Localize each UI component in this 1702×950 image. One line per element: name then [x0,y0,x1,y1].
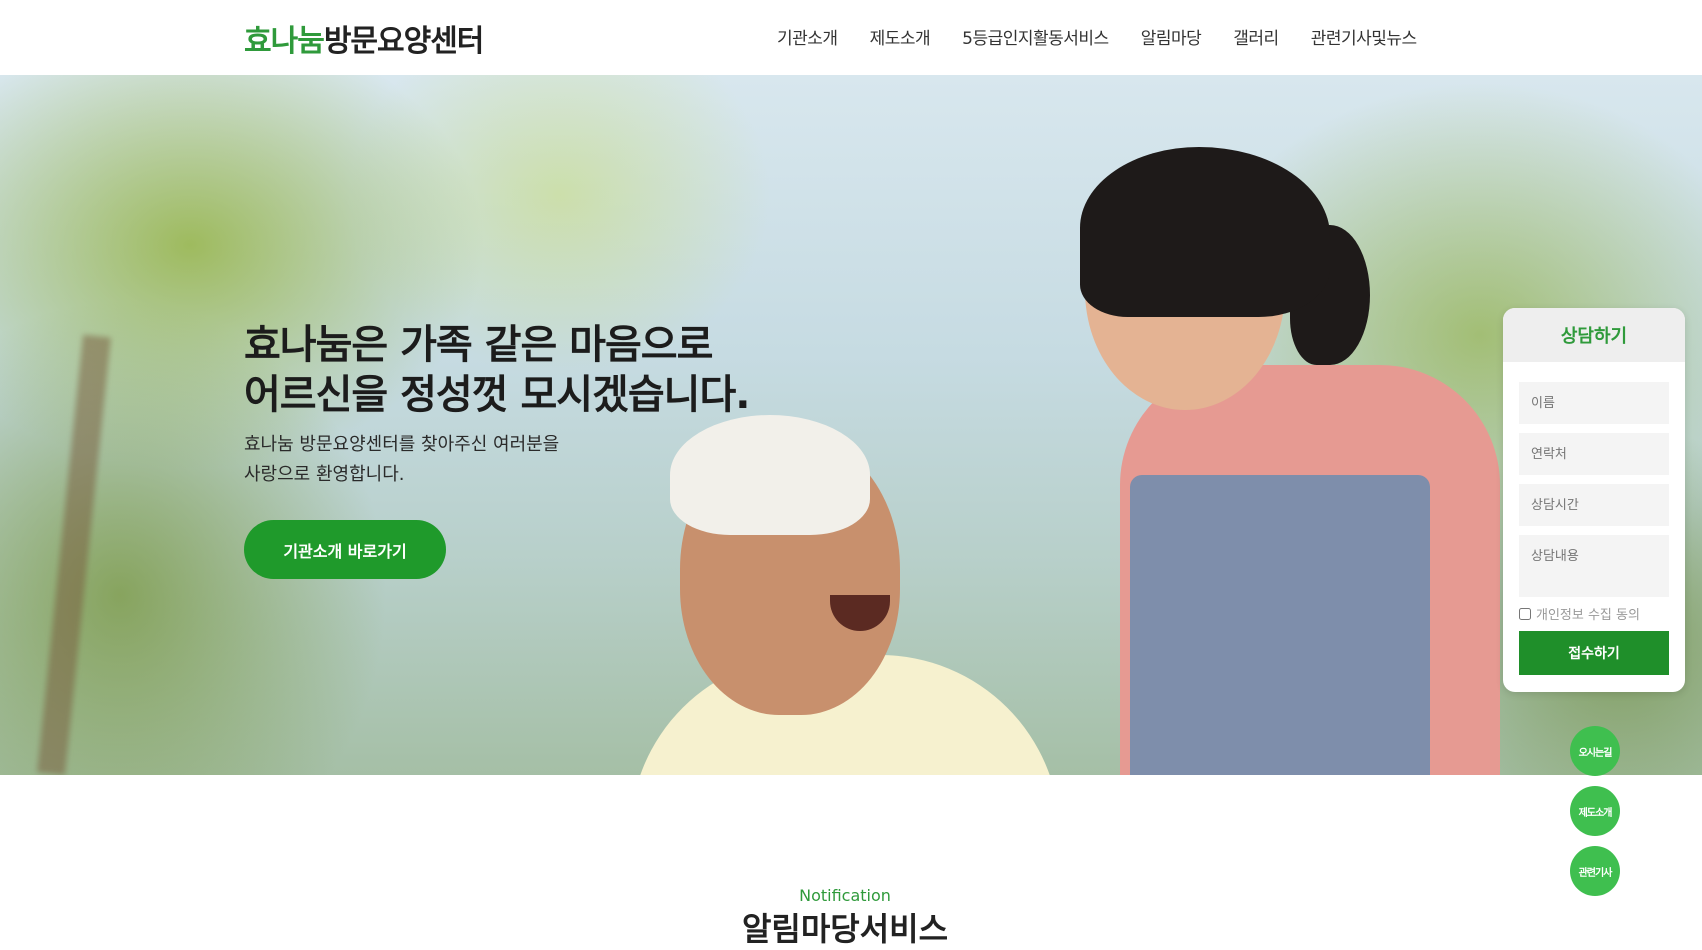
site-header: 효나눔방문요양센터 기관소개 제도소개 5등급인지활동서비스 알림마당 갤러리 … [0,0,1702,75]
main-nav: 기관소개 제도소개 5등급인지활동서비스 알림마당 갤러리 관련기사및뉴스 [777,24,1449,49]
consult-phone-input[interactable] [1519,433,1669,475]
hero-banner [0,75,1702,775]
logo-center-text: 방문요양센터 [323,24,485,59]
privacy-agree-checkbox[interactable] [1519,607,1531,620]
hero-tree-trunk [37,334,111,775]
nav-item-notice[interactable]: 알림마당 [1141,24,1202,49]
consult-form: 상담하기 개인정보 수집 동의 접수하기 [1503,308,1685,692]
section-title: 알림마당서비스 [741,910,949,948]
float-system-button[interactable]: 제도소개 [1570,786,1620,836]
about-shortcut-button[interactable]: 기관소개 바로가기 [244,520,446,579]
nav-item-about[interactable]: 기관소개 [777,24,838,49]
hero-title: 효나눔은 가족 같은 마음으로 어르신을 정성껏 모시겠습니다. [244,320,750,420]
nav-item-news[interactable]: 관련기사및뉴스 [1311,24,1417,49]
nav-item-gallery[interactable]: 갤러리 [1233,24,1279,49]
consult-name-input[interactable] [1519,382,1669,424]
hero-title-line1: 효나눔은 가족 같은 마음으로 [244,322,713,368]
privacy-agree-label: 개인정보 수집 동의 [1536,608,1640,623]
privacy-agree[interactable]: 개인정보 수집 동의 [1519,604,1640,623]
hero-title-line2: 어르신을 정성껏 모시겠습니다. [244,372,750,418]
logo-brand-text: 효나눔 [244,24,325,59]
nav-item-grade5-service[interactable]: 5등급인지활동서비스 [962,24,1109,49]
consult-submit-button[interactable]: 접수하기 [1519,631,1669,675]
consult-form-title: 상담하기 [1503,308,1685,362]
consult-time-input[interactable] [1519,484,1669,526]
hero-subtitle: 효나눔 방문요양센터를 찾아주신 여러분을 사랑으로 환영합니다. [244,430,559,490]
hero-subtitle-line2: 사랑으로 환영합니다. [244,464,405,485]
hero-caregiver-apron [1130,475,1430,775]
site-logo[interactable]: 효나눔방문요양센터 [244,16,485,60]
float-directions-button[interactable]: 오시는길 [1570,726,1620,776]
nav-item-system[interactable]: 제도소개 [870,24,931,49]
hero-elder-hair [670,415,870,535]
hero-subtitle-line1: 효나눔 방문요양센터를 찾아주신 여러분을 [244,434,560,455]
section-eyebrow: Notification [799,886,891,905]
consult-content-textarea[interactable] [1519,535,1669,597]
hero-caregiver-hair [1080,147,1330,317]
